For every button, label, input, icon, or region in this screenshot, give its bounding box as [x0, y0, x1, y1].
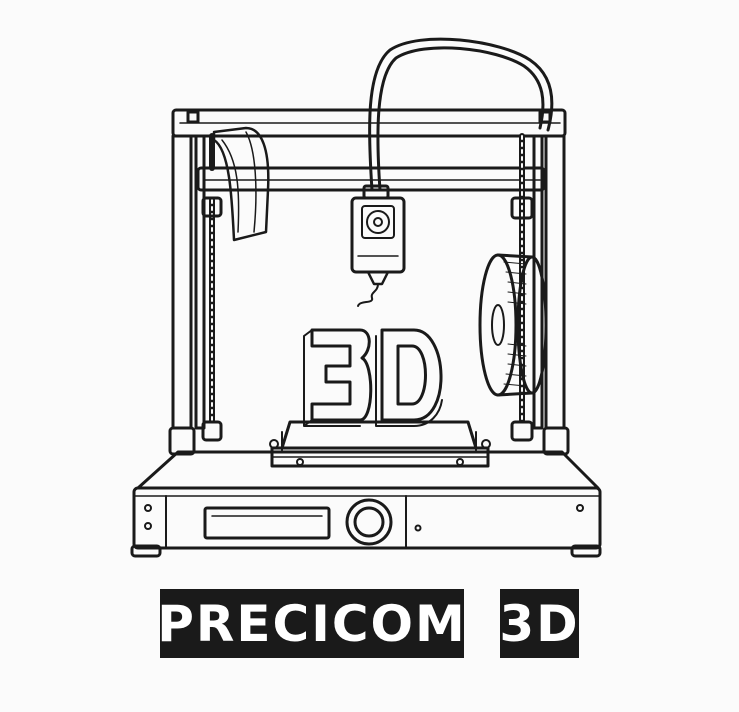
printed-3d-object — [303, 328, 443, 427]
left-frame — [168, 126, 270, 456]
extruder-head — [350, 184, 406, 307]
brand-name-label: PRECICOM — [157, 589, 465, 658]
control-knob — [345, 498, 393, 546]
display-screen — [203, 506, 331, 540]
print-bed — [269, 420, 491, 468]
brand-suffix-label: 3D — [499, 589, 579, 658]
filament-spool — [478, 253, 548, 397]
